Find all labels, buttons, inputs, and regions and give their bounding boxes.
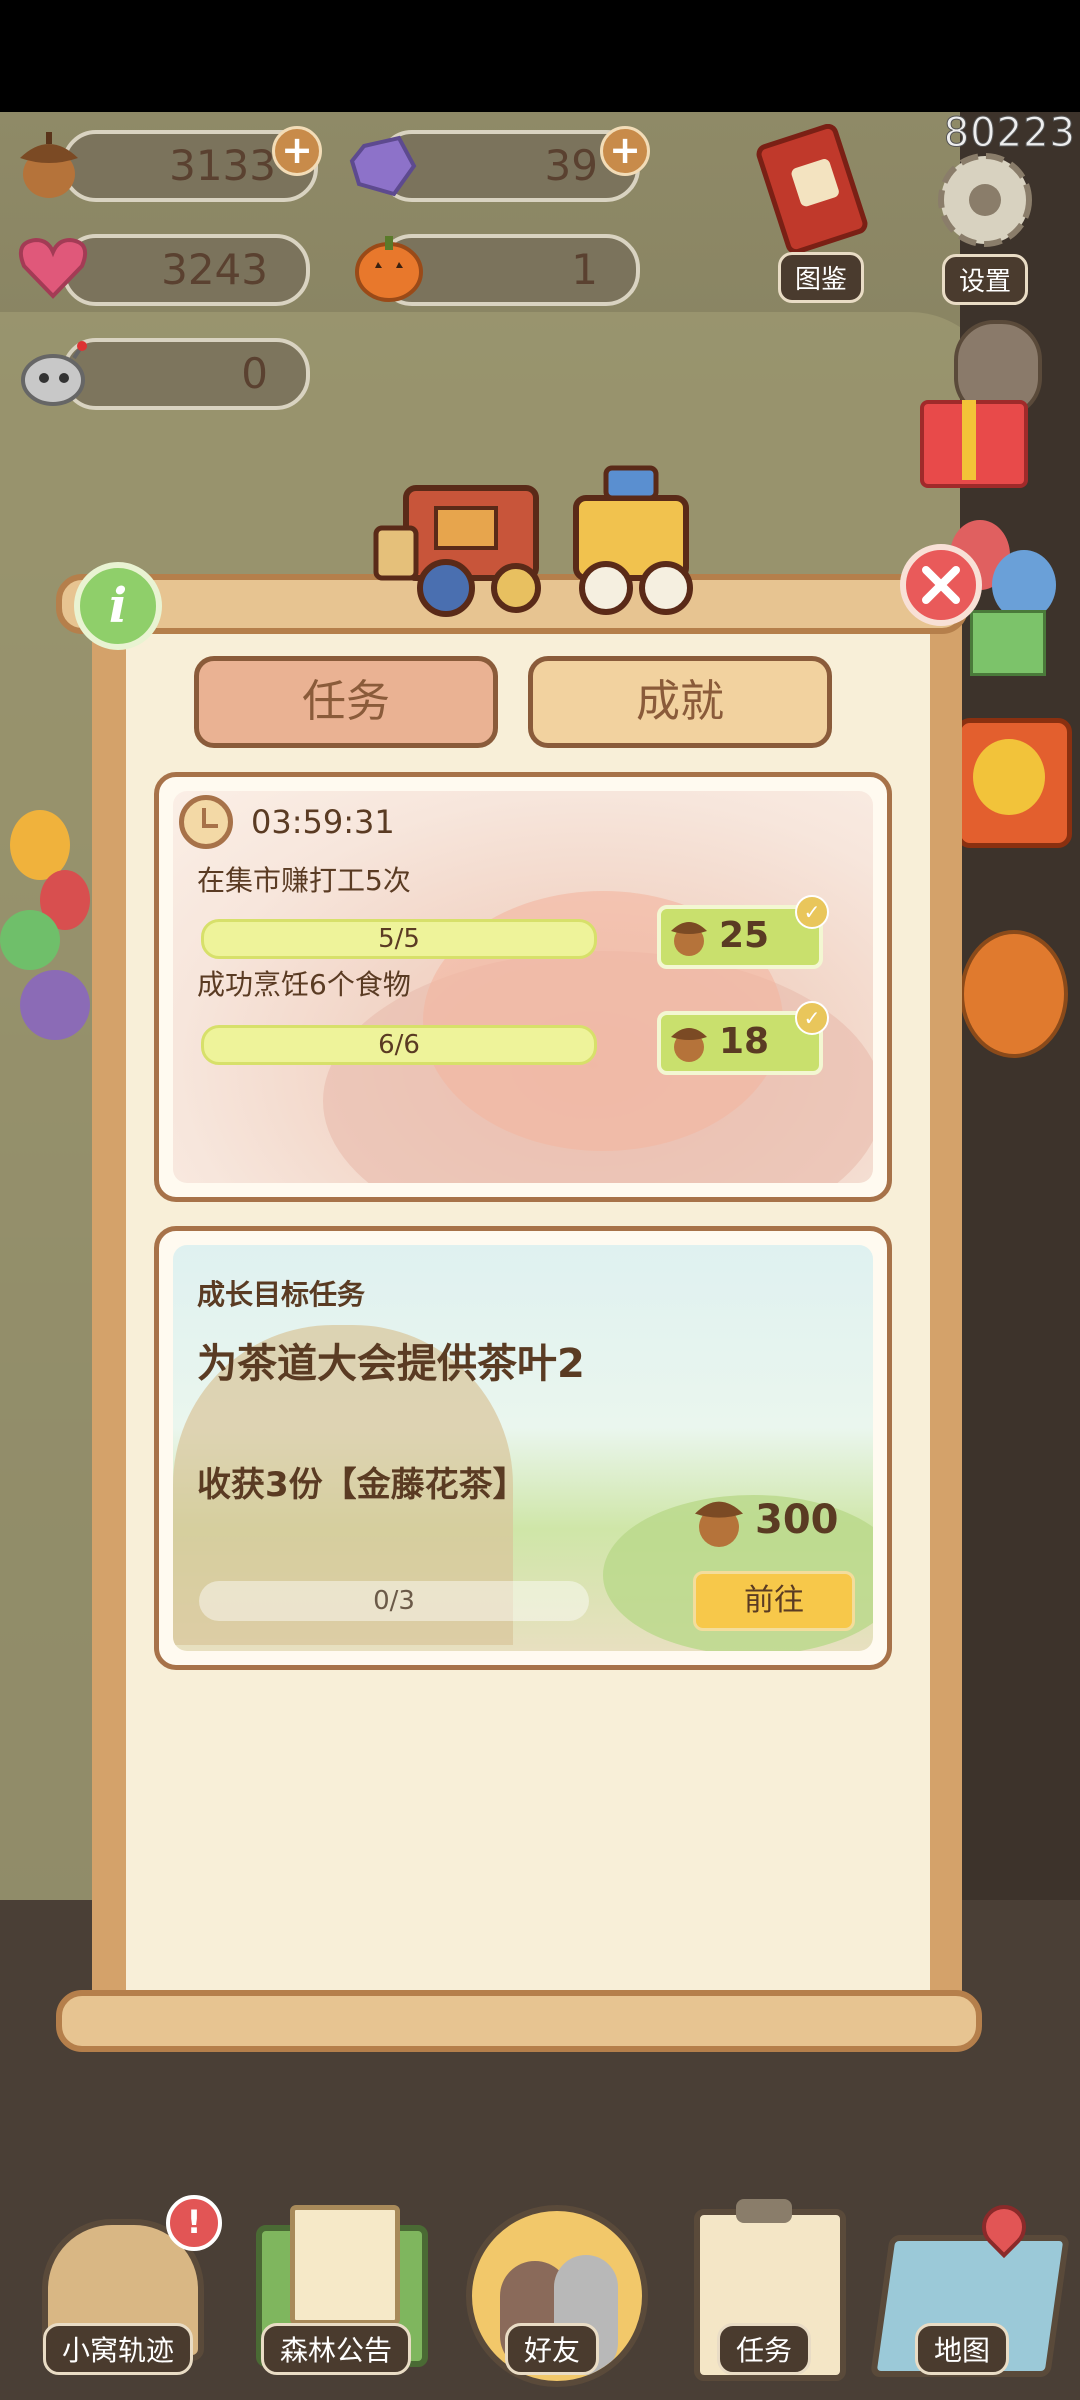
robot-count: 0 xyxy=(241,349,268,398)
timer-clock-icon xyxy=(179,795,233,849)
daily-timer: 03:59:31 xyxy=(251,803,395,841)
nav-label: 地图 xyxy=(914,2323,1010,2375)
nav-label: 任务 xyxy=(716,2323,812,2375)
alert-badge: ! xyxy=(166,2195,222,2251)
nav-tasks[interactable]: 任务 xyxy=(674,2195,854,2385)
nav-label: 好友 xyxy=(504,2323,600,2375)
task-progress-bar: 5/5 xyxy=(201,919,597,959)
task-progress-text: 6/6 xyxy=(378,1030,420,1060)
nav-nest-history[interactable]: ! 小窝轨迹 xyxy=(28,2195,222,2385)
completed-check-icon: ✓ xyxy=(795,1001,829,1035)
nav-forest-notice[interactable]: 森林公告 xyxy=(246,2195,428,2385)
info-button[interactable]: i xyxy=(74,562,162,650)
tab-tasks[interactable]: 任务 xyxy=(194,656,498,748)
heart-count: 3243 xyxy=(161,245,268,294)
settings-label: 设置 xyxy=(942,254,1029,305)
status-bar xyxy=(0,0,1080,112)
nav-friends[interactable]: 好友 xyxy=(462,2195,648,2387)
acorn-icon xyxy=(695,1501,743,1547)
daily-task-card: 03:59:31 在集市赚打工5次 5/5 25 ✓ 成功烹饪6个食物 6/6 … xyxy=(154,772,892,1202)
gift-sloth-button[interactable] xyxy=(914,320,1054,490)
task-title: 在集市赚打工5次 xyxy=(197,864,411,897)
task-progress-bar: 6/6 xyxy=(201,1025,597,1065)
gem-icon xyxy=(344,126,422,204)
balloon-decoration xyxy=(0,800,90,1080)
gear-icon xyxy=(938,153,1032,247)
settings-button[interactable]: 设置 xyxy=(920,140,1050,305)
heart-icon xyxy=(14,228,92,306)
heart-counter: 3243 xyxy=(62,234,310,306)
robot-counter: 0 xyxy=(62,338,310,410)
growth-goal-card: 成长目标任务 为茶道大会提供茶叶2 收获3份【金藤花茶】 300 0/3 前往 xyxy=(154,1226,892,1670)
task-progress-text: 5/5 xyxy=(378,924,420,954)
acorn-icon xyxy=(10,124,88,202)
close-icon xyxy=(922,566,960,604)
add-gem-button[interactable]: + xyxy=(600,126,650,176)
toy-train-header-icon xyxy=(356,448,740,628)
pumpkin-icon xyxy=(350,228,428,306)
encyclopedia-button[interactable]: 图鉴 xyxy=(748,123,876,303)
acorn-icon xyxy=(671,922,707,956)
go-button[interactable]: 前往 xyxy=(693,1571,855,1631)
completed-check-icon: ✓ xyxy=(795,895,829,929)
add-acorn-button[interactable]: + xyxy=(272,126,322,176)
robot-icon xyxy=(14,334,92,412)
growth-progress-bar: 0/3 xyxy=(199,1581,589,1621)
growth-requirement: 收获3份【金藤花茶】 xyxy=(197,1465,527,1505)
growth-heading: 成长目标任务 xyxy=(197,1278,366,1311)
encyclopedia-label: 图鉴 xyxy=(778,252,865,303)
pumpkin-count: 1 xyxy=(571,245,598,294)
tv-event-button[interactable] xyxy=(956,718,1072,848)
tab-achievements[interactable]: 成就 xyxy=(528,656,832,748)
growth-title: 为茶道大会提供茶叶2 xyxy=(197,1341,585,1387)
growth-reward-amount: 300 xyxy=(755,1497,839,1543)
acorn-icon xyxy=(671,1028,707,1062)
scroll-bottom-rod xyxy=(56,1990,982,2052)
task-title: 成功烹饪6个食物 xyxy=(197,968,411,1001)
task-reward-amount: 25 xyxy=(719,915,770,956)
nav-map[interactable]: 地图 xyxy=(870,2195,1070,2385)
encyclopedia-book-icon xyxy=(756,123,868,255)
pumpkin-decoration xyxy=(960,930,1068,1058)
nav-label: 小窝轨迹 xyxy=(42,2323,194,2375)
nav-label: 森林公告 xyxy=(260,2323,412,2375)
close-button[interactable] xyxy=(900,544,982,626)
task-reward-amount: 18 xyxy=(719,1021,770,1062)
growth-progress-text: 0/3 xyxy=(373,1586,415,1616)
